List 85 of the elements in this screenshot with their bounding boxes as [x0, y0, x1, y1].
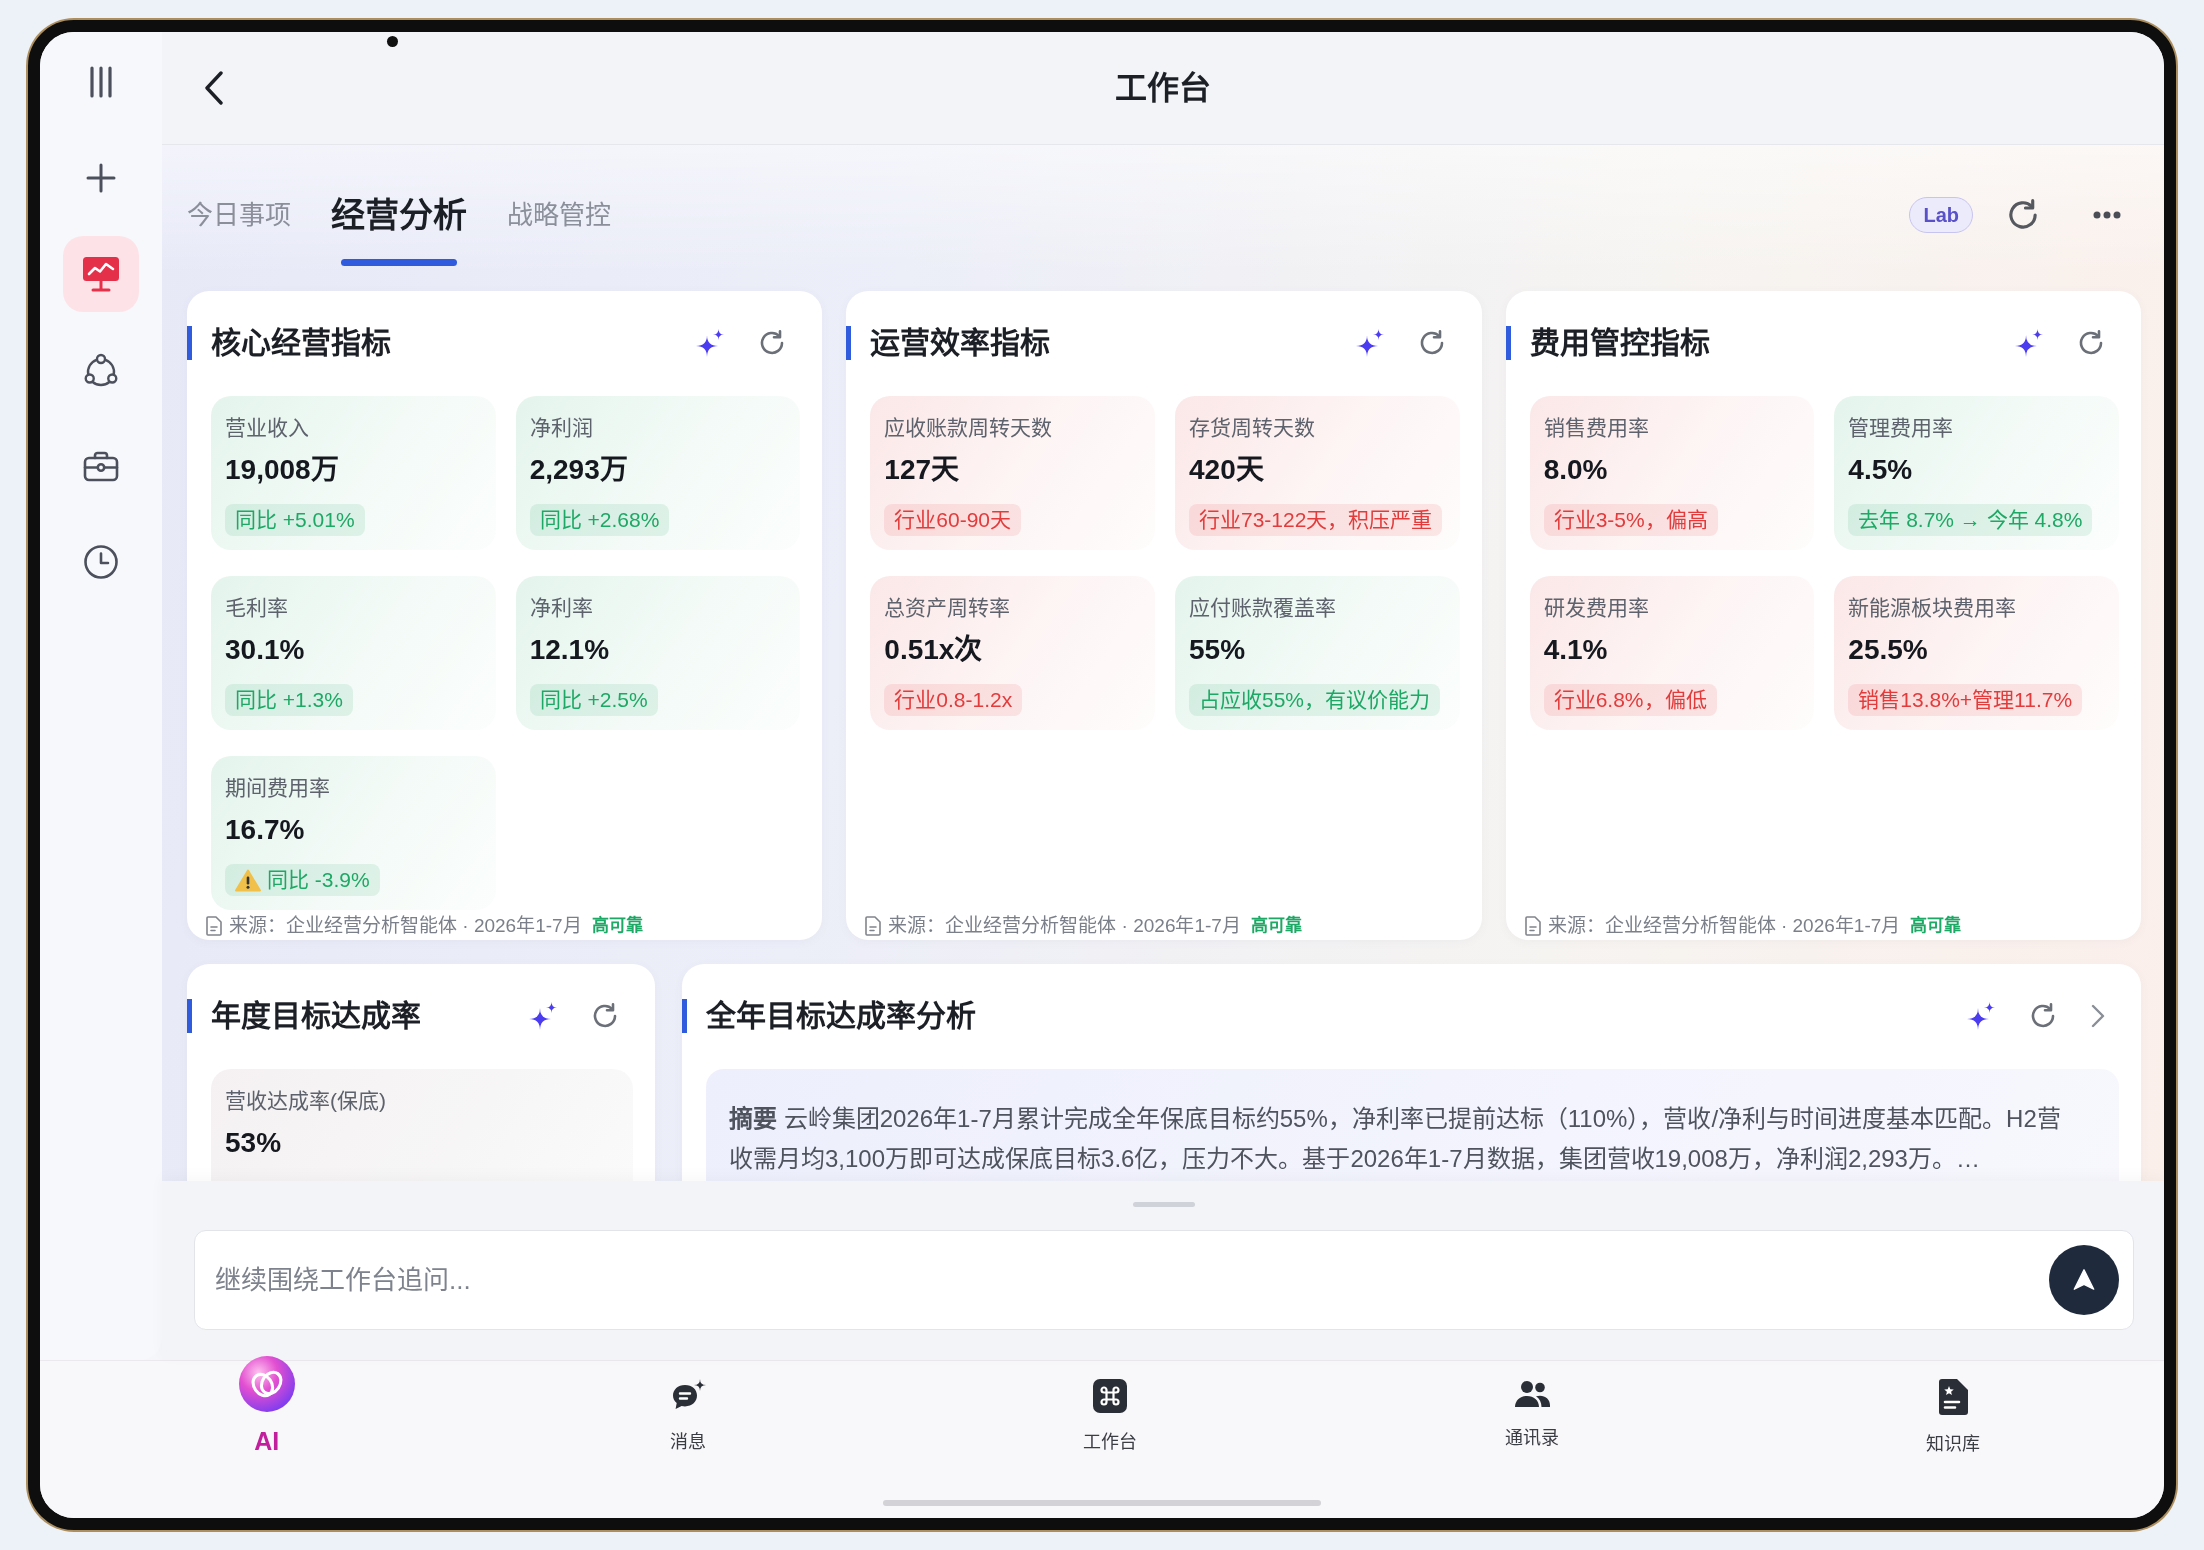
change-text: 行业3-5%，偏高 [1553, 507, 1708, 533]
document-icon [1523, 916, 1542, 936]
sidebar-toggle-icon[interactable] [88, 65, 114, 99]
node-ring-icon [84, 353, 118, 387]
nav-tab[interactable]: 工作台 [899, 1356, 1321, 1500]
metric-label: 销售费用率 [1543, 415, 1649, 441]
change-text: 同比 +2.5% [539, 687, 648, 713]
tab[interactable]: 经营分析 [331, 189, 467, 266]
metric-label: 研发费用率 [1543, 595, 1649, 621]
change-text: 同比 +1.3% [235, 687, 343, 713]
metric-value: 420天 [1189, 453, 1264, 487]
document-icon [205, 916, 223, 936]
change-text: 行业73-122天，积压严重 [1199, 507, 1433, 533]
metric-label: 营收达成率(保底) [225, 1088, 386, 1114]
metric-value: 19,008万 [225, 453, 339, 487]
metric-value: 127天 [884, 453, 960, 487]
reliability-label: 高可靠 [1250, 914, 1302, 937]
up-arrow-icon [2071, 1267, 2097, 1293]
metric-value: 30.1% [225, 633, 305, 667]
metric-value: 8.0% [1543, 453, 1608, 487]
metric-value: 53% [225, 1126, 282, 1160]
refresh-icon[interactable] [2029, 1002, 2057, 1030]
metric-value: 16.7% [225, 813, 305, 847]
change-text: 同比 +2.68% [539, 507, 660, 533]
metric-value: 12.1% [529, 633, 610, 667]
lab-button[interactable]: Lab [1909, 197, 1973, 233]
drag-handle[interactable] [1133, 1202, 1195, 1207]
nav-tab[interactable]: 通讯录 [1320, 1356, 1743, 1500]
change-text: 行业60-90天 [894, 507, 1012, 533]
metric-label: 存货周转天数 [1189, 415, 1315, 441]
summary-text: 摘要 云岭集团2026年1-7月累计完成全年保底目标约55%，净利率已提前达标（110%），营收/净利与时间进度基本匹配。H2营收需月均3,100万即可达成保底目标3.6亿，压力不大。基于2026年1-7月数据，集团营收19,008万，净利润2,293万。… [729, 1104, 2062, 1174]
metric-label: 总资产周转率 [884, 595, 1011, 621]
more-icon[interactable] [2093, 211, 2121, 219]
people-icon [1513, 1379, 1550, 1409]
document-star-icon [1938, 1379, 1969, 1415]
chevron-right-icon[interactable] [2091, 1004, 2105, 1028]
back-icon[interactable] [204, 71, 224, 105]
metric-value: 2,293万 [529, 453, 628, 487]
metric-value: 4.5% [1848, 453, 1913, 487]
metric-value: 25.5% [1848, 633, 1928, 667]
nav-tab[interactable]: 消息 [477, 1356, 900, 1500]
reliability-label: 高可靠 [591, 914, 643, 937]
metric-value: 0.51x次 [884, 633, 983, 667]
add-icon[interactable] [86, 163, 116, 193]
change-text: 销售13.8%+管理11.7% [1858, 687, 2073, 713]
metric-label: 净利润 [529, 415, 593, 441]
refresh-icon[interactable] [591, 1002, 619, 1030]
source-text: 来源：企业经营分析智能体 · 2026年1-7月 [1547, 914, 1901, 938]
change-text: 占应收55%，有议价能力 [1199, 687, 1430, 713]
command-key-icon [1093, 1379, 1127, 1413]
card-title: 运营效率指标 [846, 326, 1051, 360]
nav-tab[interactable]: 知识库 [1742, 1356, 2164, 1500]
page-title: 工作台 [1115, 69, 1211, 108]
source-text: 来源：企业经营分析智能体 · 2026年1-7月 [888, 914, 1241, 938]
document-icon [864, 916, 883, 936]
metric-label: 期间费用率 [225, 775, 330, 801]
metric-label: 应付账款覆盖率 [1189, 595, 1336, 621]
refresh-icon[interactable] [2077, 329, 2105, 357]
card-title: 年度目标达成率 [187, 999, 421, 1033]
reliability-label: 高可靠 [1910, 914, 1962, 937]
metric-value: 55% [1189, 633, 1246, 667]
question-input[interactable]: 继续围绕工作台追问... [194, 1230, 2134, 1330]
nav-tab[interactable]: AI [56, 1356, 478, 1500]
metric-label: 毛利率 [225, 595, 288, 621]
metric-label: 营业收入 [225, 415, 309, 441]
source-text: 来源：企业经营分析智能体 · 2026年1-7月 [229, 914, 582, 938]
metric-value: 4.1% [1543, 633, 1608, 667]
card-title: 全年目标达成率分析 [682, 999, 976, 1033]
warning-icon [235, 868, 261, 892]
clock-icon [83, 544, 119, 580]
monitor-chart-icon [82, 256, 120, 292]
card-title: 费用管控指标 [1505, 326, 1710, 360]
card-title: 核心经营指标 [187, 326, 391, 360]
refresh-icon[interactable] [2006, 198, 2040, 232]
change-text: 行业0.8-1.2x [894, 687, 1013, 713]
metric-label: 新能源板块费用率 [1848, 595, 2017, 621]
change-text: 同比 -3.9% [267, 867, 370, 893]
sidebar-nav-button[interactable] [63, 236, 139, 312]
change-text: 行业6.8%，偏低 [1553, 687, 1707, 713]
metric-label: 管理费用率 [1848, 415, 1954, 441]
change-text: 同比 +5.01% [235, 507, 355, 533]
change-text: 去年 8.7% → 今年 4.8% [1858, 507, 2083, 533]
metric-label: 应收账款周转天数 [884, 415, 1053, 441]
metric-label: 净利率 [529, 595, 593, 621]
briefcase-icon [83, 450, 119, 482]
